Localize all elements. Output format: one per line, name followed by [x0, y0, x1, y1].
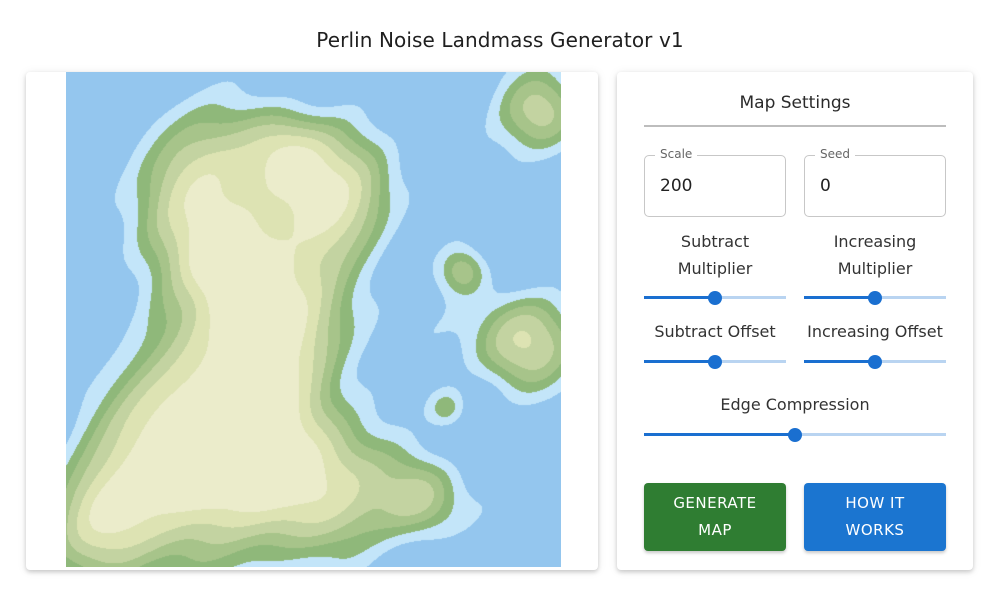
edge-compression-slider[interactable] [644, 427, 946, 442]
slider-fill [644, 360, 715, 363]
increasing-offset-slider[interactable] [804, 354, 946, 369]
slider-thumb[interactable] [708, 290, 722, 305]
scale-input[interactable]: 200 [660, 176, 692, 196]
slider-thumb[interactable] [788, 427, 802, 442]
settings-divider [644, 125, 946, 127]
slider-fill [804, 360, 875, 363]
seed-field[interactable]: Seed 0 [804, 147, 946, 217]
how-it-works-button[interactable]: HOW IT WORKS [804, 483, 946, 551]
map-card [26, 72, 598, 570]
slider-thumb[interactable] [868, 354, 882, 369]
edge-compression-label: Edge Compression [720, 395, 870, 414]
generate-map-button[interactable]: GENERATE MAP [644, 483, 786, 551]
subtract-multiplier-slider[interactable] [644, 290, 786, 305]
increasing-multiplier-slider[interactable] [804, 290, 946, 305]
seed-input[interactable]: 0 [820, 176, 831, 196]
seed-label: Seed [815, 147, 855, 161]
slider-fill [644, 433, 795, 436]
increasing-offset-label: Increasing Offset [807, 322, 943, 341]
subtract-offset-label: Subtract Offset [654, 322, 776, 341]
increasing-multiplier-label: Increasing Multiplier [833, 232, 917, 278]
slider-fill [804, 296, 875, 299]
scale-field[interactable]: Scale 200 [644, 147, 786, 217]
settings-title: Map Settings [739, 93, 851, 113]
settings-panel: Map Settings Scale 200 Seed 0 Subtract M… [617, 72, 973, 570]
slider-fill [644, 296, 715, 299]
subtract-multiplier-label: Subtract Multiplier [677, 232, 753, 278]
landmass-map-canvas [66, 72, 561, 567]
subtract-offset-slider[interactable] [644, 354, 786, 369]
slider-thumb[interactable] [868, 290, 882, 305]
slider-thumb[interactable] [708, 354, 722, 369]
app-title: Perlin Noise Landmass Generator v1 [316, 28, 684, 52]
scale-label: Scale [655, 147, 698, 161]
